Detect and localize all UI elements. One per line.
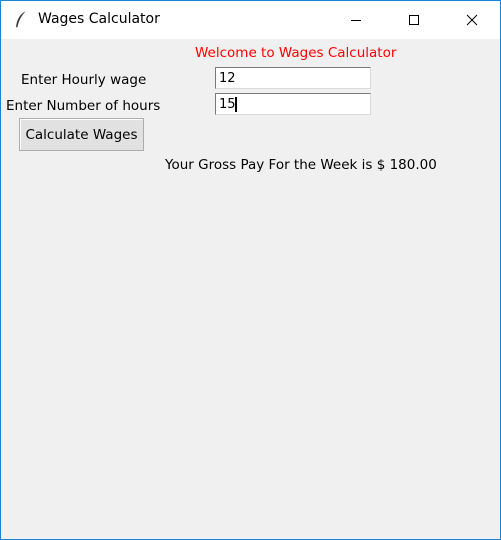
hours-label: Enter Number of hours	[6, 98, 161, 114]
gross-pay-result: Your Gross Pay For the Week is $ 180.00	[165, 157, 437, 173]
hours-input[interactable]	[215, 93, 371, 115]
form-area: Welcome to Wages Calculator Enter Hourly…	[1, 39, 500, 539]
app-window: Wages Calculator Welcome to Wages Calcul…	[0, 0, 501, 540]
minimize-icon	[350, 11, 362, 30]
maximize-icon	[408, 11, 420, 30]
close-icon	[466, 11, 478, 30]
welcome-heading: Welcome to Wages Calculator	[195, 45, 397, 61]
calculate-wages-button[interactable]: Calculate Wages	[19, 118, 144, 151]
minimize-button[interactable]	[327, 1, 385, 39]
maximize-button[interactable]	[385, 1, 443, 39]
text-cursor	[235, 97, 237, 112]
hourly-wage-label: Enter Hourly wage	[21, 72, 147, 88]
feather-icon	[13, 10, 29, 30]
close-button[interactable]	[443, 1, 500, 39]
hourly-wage-input[interactable]	[215, 67, 371, 89]
window-title: Wages Calculator	[38, 11, 160, 27]
title-bar[interactable]: Wages Calculator	[1, 1, 500, 39]
